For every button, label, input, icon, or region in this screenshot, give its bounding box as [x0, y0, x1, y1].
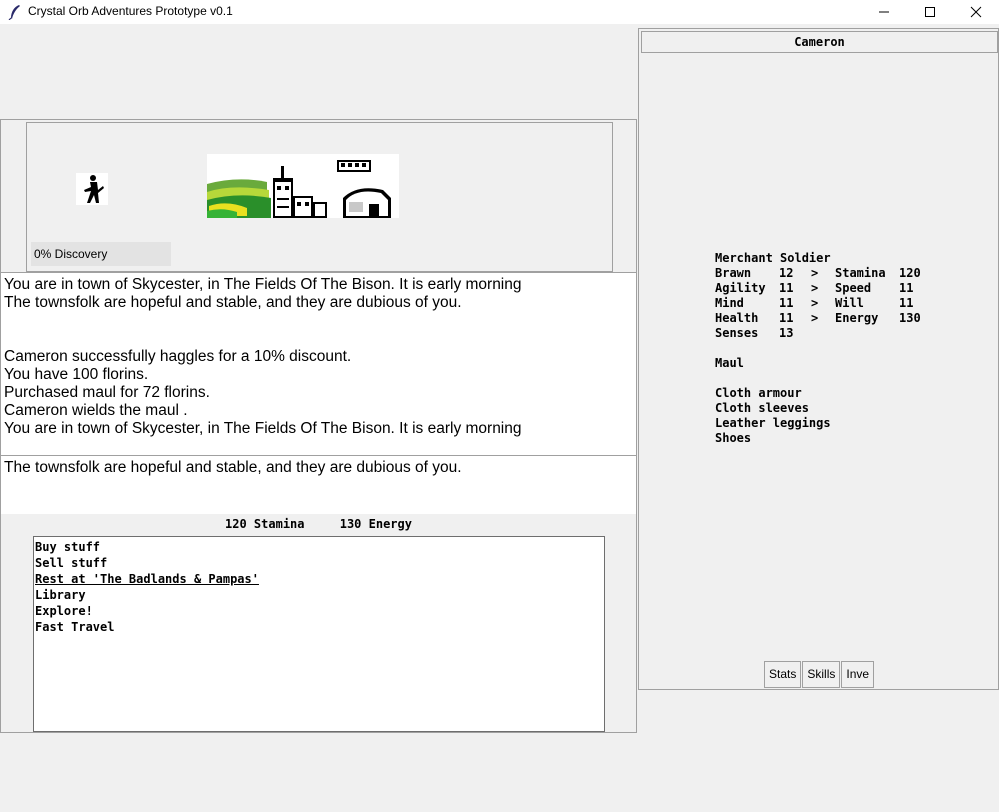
energy-readout: 130 Energy: [339, 517, 412, 531]
resource-summary: 120 Stamina 130 Energy: [1, 517, 636, 533]
stat-row: Senses 13: [715, 326, 923, 341]
stat-label: Brawn: [715, 266, 752, 280]
derived-label: Energy: [835, 311, 879, 325]
player-sprite-icon: [76, 173, 108, 205]
close-button[interactable]: [953, 0, 999, 24]
log-line: Cameron wields the maul .: [4, 402, 188, 419]
armour-item: Cloth sleeves: [715, 401, 809, 415]
armour-item: Shoes: [715, 431, 752, 445]
derived-label: Stamina: [835, 266, 886, 280]
maximize-button[interactable]: [907, 0, 953, 24]
stat-row: Mind 11 > Will 11: [715, 296, 923, 311]
log-line: You have 100 florins.: [4, 366, 149, 383]
secondary-log: The townsfolk are hopeful and stable, an…: [1, 456, 636, 514]
derived-value: 130: [899, 311, 921, 325]
character-class: Merchant Soldier: [715, 251, 831, 265]
panel-tabs: Stats Skills Inve: [764, 661, 875, 688]
character-stats: Merchant Soldier Brawn 12 > Stamina 120 Agil…: [715, 251, 923, 446]
derived-label: Will: [835, 296, 864, 310]
tab-inventory[interactable]: Inve: [841, 661, 875, 688]
log-line: The townsfolk are hopeful and stable, an…: [4, 459, 462, 476]
derived-label: Speed: [835, 281, 872, 295]
stat-label: Mind: [715, 296, 744, 310]
action-buy-stuff[interactable]: Buy stuff: [35, 539, 604, 555]
stat-value: 12: [779, 266, 794, 280]
maximize-icon: [925, 7, 935, 17]
action-library[interactable]: Library: [35, 587, 604, 603]
derived-value: 11: [899, 296, 914, 310]
stat-label: Senses: [715, 326, 759, 340]
stamina-readout: 120 Stamina: [225, 517, 305, 531]
tab-stats[interactable]: Stats: [764, 661, 802, 688]
action-sell-stuff[interactable]: Sell stuff: [35, 555, 604, 571]
event-log: You are in town of Skycester, in The Fie…: [1, 272, 636, 456]
discovery-progress: 0% Discovery: [31, 242, 171, 266]
stat-value: 11: [779, 296, 794, 310]
stat-arrow: >: [811, 266, 819, 280]
log-line: The townsfolk are hopeful and stable, an…: [4, 294, 462, 311]
feather-icon: [8, 4, 22, 21]
log-line: You are in town of Skycester, in The Fie…: [4, 420, 522, 437]
left-panel: 0% Discovery You are in town of Skyceste…: [0, 119, 637, 733]
minimize-icon: [879, 11, 889, 13]
stat-label: Agility: [715, 281, 766, 295]
town-landscape-icon: [207, 154, 399, 218]
stat-row: Agility 11 > Speed 11: [715, 281, 923, 296]
stat-arrow: >: [811, 296, 819, 310]
stat-value: 11: [779, 311, 794, 325]
character-panel: Cameron Merchant Soldier Brawn 12 > Stamina…: [638, 28, 999, 690]
log-line: Purchased maul for 72 florins.: [4, 384, 210, 401]
derived-value: 11: [899, 281, 914, 295]
stat-value: 13: [779, 326, 794, 340]
armour-item: Cloth armour: [715, 386, 802, 400]
action-list: Buy stuff Sell stuff Rest at 'The Badlan…: [33, 536, 605, 732]
armour-item: Leather leggings: [715, 416, 831, 430]
stat-arrow: >: [811, 281, 819, 295]
tab-skills[interactable]: Skills: [802, 661, 841, 688]
log-line: Cameron successfully haggles for a 10% d…: [4, 348, 352, 365]
equipped-weapon: Maul: [715, 356, 744, 370]
stat-label: Health: [715, 311, 759, 325]
minimize-button[interactable]: [861, 0, 907, 24]
stat-value: 11: [779, 281, 794, 295]
stat-arrow: >: [811, 311, 819, 325]
stat-row: Brawn 12 > Stamina 120: [715, 266, 923, 281]
action-fast-travel[interactable]: Fast Travel: [35, 619, 604, 635]
window-title: Crystal Orb Adventures Prototype v0.1: [28, 4, 233, 18]
character-name: Cameron: [641, 31, 998, 53]
derived-value: 120: [899, 266, 921, 280]
action-explore[interactable]: Explore!: [35, 603, 604, 619]
title-bar: Crystal Orb Adventures Prototype v0.1: [0, 0, 999, 24]
stat-row: Health 11 > Energy 130: [715, 311, 923, 326]
scene-view: 0% Discovery: [26, 122, 613, 272]
action-rest[interactable]: Rest at 'The Badlands & Pampas': [35, 571, 604, 587]
log-line: You are in town of Skycester, in The Fie…: [4, 276, 522, 293]
close-icon: [970, 6, 982, 18]
